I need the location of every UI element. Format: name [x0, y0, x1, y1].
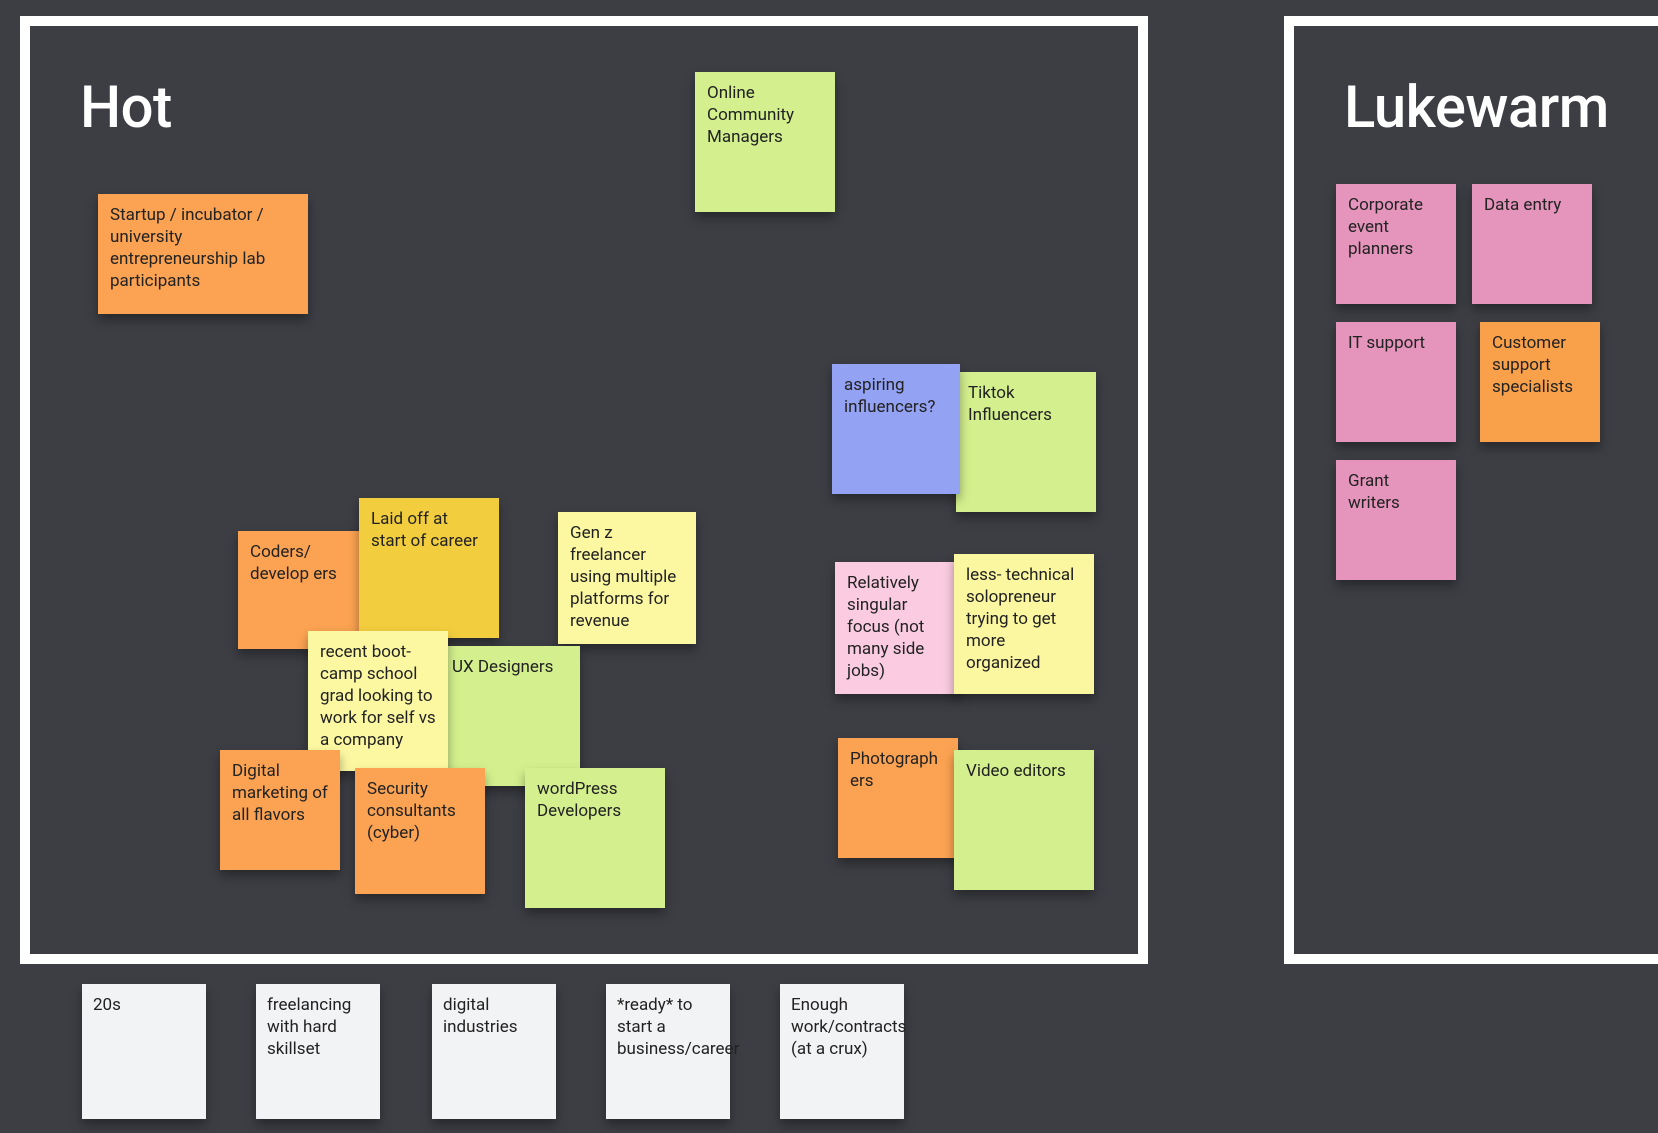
sticky-singular-focus[interactable]: Relatively singular focus (not many side…: [835, 562, 961, 694]
tray-note-2[interactable]: freelancing with hard skillset: [256, 984, 380, 1119]
sticky-grant[interactable]: Grant writers: [1336, 460, 1456, 580]
sticky-text: IT support: [1348, 333, 1425, 353]
sticky-text: UX Designers: [452, 657, 553, 677]
sticky-text: Online Community Managers: [707, 83, 794, 147]
sticky-text: Data entry: [1484, 195, 1561, 215]
sticky-wordpress[interactable]: wordPress Developers: [525, 768, 665, 908]
sticky-ux[interactable]: UX Designers: [440, 646, 580, 786]
tray-note-4[interactable]: *ready* to start a business/career: [606, 984, 730, 1119]
sticky-text: less- technical solopreneur trying to ge…: [966, 565, 1074, 673]
tray-text: *ready* to start a business/career: [617, 995, 739, 1059]
sticky-security[interactable]: Security consultants (cyber): [355, 768, 485, 894]
sticky-text: Corporate event planners: [1348, 195, 1423, 259]
sticky-text: wordPress Developers: [537, 779, 621, 821]
sticky-text: Coders/ develop ers: [250, 542, 337, 584]
frame-hot[interactable]: Hot Startup / incubator / university ent…: [20, 16, 1148, 964]
sticky-text: recent boot-camp school grad looking to …: [320, 642, 436, 750]
frame-lukewarm[interactable]: Lukewarm Corporate event planners Data e…: [1284, 16, 1658, 964]
sticky-online-community[interactable]: Online Community Managers: [695, 72, 835, 212]
sticky-text: Laid off at start of career: [371, 509, 478, 551]
sticky-startup[interactable]: Startup / incubator / university entrepr…: [98, 194, 308, 314]
sticky-video-editors[interactable]: Video editors: [954, 750, 1094, 890]
sticky-cust-support[interactable]: Customer support specialists: [1480, 322, 1600, 442]
frame-lukewarm-title: Lukewarm: [1344, 74, 1609, 142]
tray-text: 20s: [93, 995, 121, 1015]
tray-note-3[interactable]: digital industries: [432, 984, 556, 1119]
tray-note-5[interactable]: Enough work/contracts (at a crux): [780, 984, 904, 1119]
tray-text: digital industries: [443, 995, 518, 1037]
sticky-corp-event[interactable]: Corporate event planners: [1336, 184, 1456, 304]
sticky-genz[interactable]: Gen z freelancer using multiple platform…: [558, 512, 696, 644]
sticky-text: Security consultants (cyber): [367, 779, 456, 843]
sticky-text: Gen z freelancer using multiple platform…: [570, 523, 676, 631]
sticky-dig-marketing[interactable]: Digital marketing of all flavors: [220, 750, 340, 870]
sticky-text: Digital marketing of all flavors: [232, 761, 328, 825]
tray-text: Enough work/contracts (at a crux): [791, 995, 906, 1059]
sticky-text: Startup / incubator / university entrepr…: [110, 205, 265, 291]
frame-hot-title: Hot: [80, 74, 172, 142]
sticky-photographers[interactable]: Photograph ers: [838, 738, 958, 858]
sticky-text: aspiring influencers?: [844, 375, 935, 417]
sticky-data-entry[interactable]: Data entry: [1472, 184, 1592, 304]
sticky-text: Relatively singular focus (not many side…: [847, 573, 924, 681]
sticky-text: Customer support specialists: [1492, 333, 1573, 397]
sticky-text: Tiktok Influencers: [968, 383, 1052, 425]
sticky-text: Grant writers: [1348, 471, 1400, 513]
sticky-aspiring-inf[interactable]: aspiring influencers?: [832, 364, 960, 494]
sticky-tiktok[interactable]: Tiktok Influencers: [956, 372, 1096, 512]
tray-text: freelancing with hard skillset: [267, 995, 351, 1059]
sticky-it-support[interactable]: IT support: [1336, 322, 1456, 442]
sticky-laid-off[interactable]: Laid off at start of career: [359, 498, 499, 638]
sticky-text: Video editors: [966, 761, 1066, 781]
tray-note-1[interactable]: 20s: [82, 984, 206, 1119]
sticky-less-tech[interactable]: less- technical solopreneur trying to ge…: [954, 554, 1094, 694]
sticky-text: Photograph ers: [850, 749, 938, 791]
